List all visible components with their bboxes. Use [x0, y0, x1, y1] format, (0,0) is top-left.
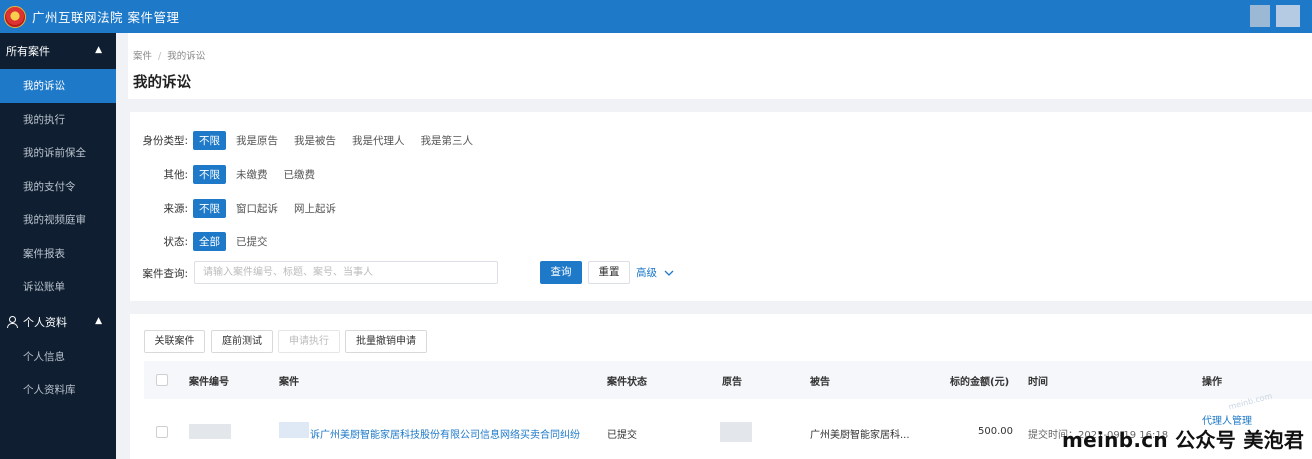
user-area[interactable]: [1250, 5, 1300, 27]
case-status: 已提交: [607, 430, 637, 441]
app-title: 广州互联网法院 案件管理: [32, 10, 180, 25]
sidebar-item-personal-info[interactable]: 个人信息: [0, 340, 116, 374]
filter-option[interactable]: 我是原告: [236, 133, 278, 148]
column-header-defendant[interactable]: 被告: [810, 373, 830, 388]
defendant-name: 广州美厨智能家居科...: [810, 430, 910, 441]
user-avatar-blurred[interactable]: [1250, 5, 1270, 27]
column-header-plaintiff[interactable]: 原告: [722, 373, 742, 388]
filter-option[interactable]: 我是第三人: [421, 133, 474, 148]
sidebar-item-label: 个人信息: [23, 350, 65, 363]
sidebar-item-case-report[interactable]: 案件报表: [0, 237, 116, 271]
case-number-blurred: [189, 424, 231, 439]
sidebar-item-my-execution[interactable]: 我的执行: [0, 103, 116, 137]
filter-option[interactable]: 网上起诉: [294, 201, 336, 216]
court-emblem-icon: [4, 5, 26, 28]
filter-option-selected[interactable]: 全部: [193, 232, 226, 251]
breadcrumb-separator: /: [158, 51, 162, 62]
filter-status-row: 状态: 全部 已提交: [130, 232, 268, 251]
filter-option[interactable]: 已提交: [236, 234, 268, 249]
column-header-status[interactable]: 案件状态: [607, 373, 647, 388]
column-header-case[interactable]: 案件: [279, 373, 299, 388]
chevron-up-icon: ▲: [95, 315, 102, 326]
sidebar-item-label: 我的诉前保全: [23, 147, 86, 160]
select-all-checkbox[interactable]: [156, 374, 168, 386]
case-title-link[interactable]: 诉广州美厨智能家居科技股份有限公司信息网络买卖合同纠纷: [310, 426, 580, 441]
sidebar-group-all-cases[interactable]: 所有案件 ▲: [0, 33, 116, 69]
apply-execution-button[interactable]: 申请执行: [278, 330, 340, 353]
column-header-case-number[interactable]: 案件编号: [189, 373, 229, 388]
filter-option[interactable]: 窗口起诉: [236, 201, 278, 216]
filter-option-selected[interactable]: 不限: [193, 165, 226, 184]
filter-label: 其他:: [163, 169, 188, 181]
sidebar-item-label: 个人资料库: [23, 384, 76, 397]
filter-option[interactable]: 未缴费: [236, 167, 268, 182]
chevron-down-icon: [664, 270, 674, 276]
table-header: 案件编号 案件 案件状态 原告 被告 标的金额(元) 时间 操作: [144, 361, 1312, 399]
filter-option[interactable]: 我是被告: [294, 133, 336, 148]
filter-source-row: 来源: 不限 窗口起诉 网上起诉: [130, 199, 336, 218]
filter-label: 来源:: [163, 203, 188, 215]
sidebar-item-personal-library[interactable]: 个人资料库: [0, 373, 116, 407]
filter-identity-row: 身份类型: 不限 我是原告 我是被告 我是代理人 我是第三人: [130, 131, 473, 150]
chevron-up-icon: ▲: [95, 45, 102, 55]
filter-label: 身份类型:: [142, 135, 188, 147]
filter-option[interactable]: 我是代理人: [352, 133, 405, 148]
sidebar-item-label: 我的视频庭审: [23, 214, 86, 227]
sidebar-item-payment-order[interactable]: 我的支付令: [0, 170, 116, 204]
breadcrumb: 案件 / 我的诉讼: [133, 48, 205, 62]
top-header: 广州互联网法院 案件管理: [0, 0, 1312, 33]
advanced-search-toggle[interactable]: 高级: [636, 265, 674, 280]
sidebar-group-label: 个人资料: [23, 315, 67, 329]
sidebar: 所有案件 ▲ 我的诉讼 我的执行 我的诉前保全 我的支付令 我的视频庭审 案件报…: [0, 33, 116, 459]
column-header-time[interactable]: 时间: [1028, 373, 1048, 388]
sidebar-item-litigation-bill[interactable]: 诉讼账单: [0, 270, 116, 304]
filter-label: 案件查询:: [142, 268, 188, 280]
sidebar-item-label: 我的支付令: [23, 180, 76, 193]
person-icon: [6, 315, 18, 328]
batch-withdraw-button[interactable]: 批量撤销申请: [345, 330, 427, 353]
row-checkbox[interactable]: [156, 426, 168, 438]
column-header-amount[interactable]: 标的金额(元): [950, 373, 1009, 388]
filter-label: 状态:: [163, 236, 188, 248]
sidebar-item-label: 诉讼账单: [23, 281, 65, 294]
reset-button[interactable]: 重置: [588, 261, 630, 284]
filter-option-selected[interactable]: 不限: [193, 199, 226, 218]
column-header-actions: 操作: [1202, 377, 1222, 388]
case-query-row: 案件查询:: [130, 266, 188, 281]
user-name-blurred[interactable]: [1276, 5, 1300, 27]
filter-panel: 身份类型: 不限 我是原告 我是被告 我是代理人 我是第三人 其他: 不限 未缴…: [130, 112, 1312, 301]
page-title: 我的诉讼: [133, 75, 191, 91]
sidebar-item-my-litigation[interactable]: 我的诉讼: [0, 69, 116, 103]
filter-other-row: 其他: 不限 未缴费 已缴费: [130, 165, 315, 184]
search-button[interactable]: 查询: [540, 261, 582, 284]
breadcrumb-current: 我的诉讼: [167, 51, 206, 62]
plaintiff-blurred: [720, 422, 752, 442]
sidebar-item-label: 案件报表: [23, 247, 65, 260]
filter-option[interactable]: 已缴费: [284, 167, 316, 182]
sidebar-group-label: 所有案件: [6, 45, 50, 58]
pretrial-test-button[interactable]: 庭前测试: [211, 330, 273, 353]
breadcrumb-root[interactable]: 案件: [133, 51, 152, 62]
link-case-button[interactable]: 关联案件: [144, 330, 205, 353]
page-header-card: 案件 / 我的诉讼 我的诉讼: [128, 33, 1312, 99]
case-search-input[interactable]: 请输入案件编号、标题、案号、当事人: [194, 261, 498, 284]
sidebar-item-label: 我的执行: [23, 113, 65, 126]
sidebar-item-video-hearing[interactable]: 我的视频庭审: [0, 203, 116, 237]
claim-amount: 500.00: [978, 426, 1013, 437]
watermark-text: meinb.cn 公众号 美泡君: [1062, 428, 1305, 452]
sidebar-item-pre-litigation-preservation[interactable]: 我的诉前保全: [0, 136, 116, 170]
advanced-label: 高级: [636, 267, 657, 279]
sidebar-group-profile[interactable]: 个人资料 ▲: [0, 304, 116, 340]
filter-option-selected[interactable]: 不限: [193, 131, 226, 150]
case-prefix-blurred: [279, 422, 309, 438]
sidebar-item-label: 我的诉讼: [23, 80, 65, 93]
